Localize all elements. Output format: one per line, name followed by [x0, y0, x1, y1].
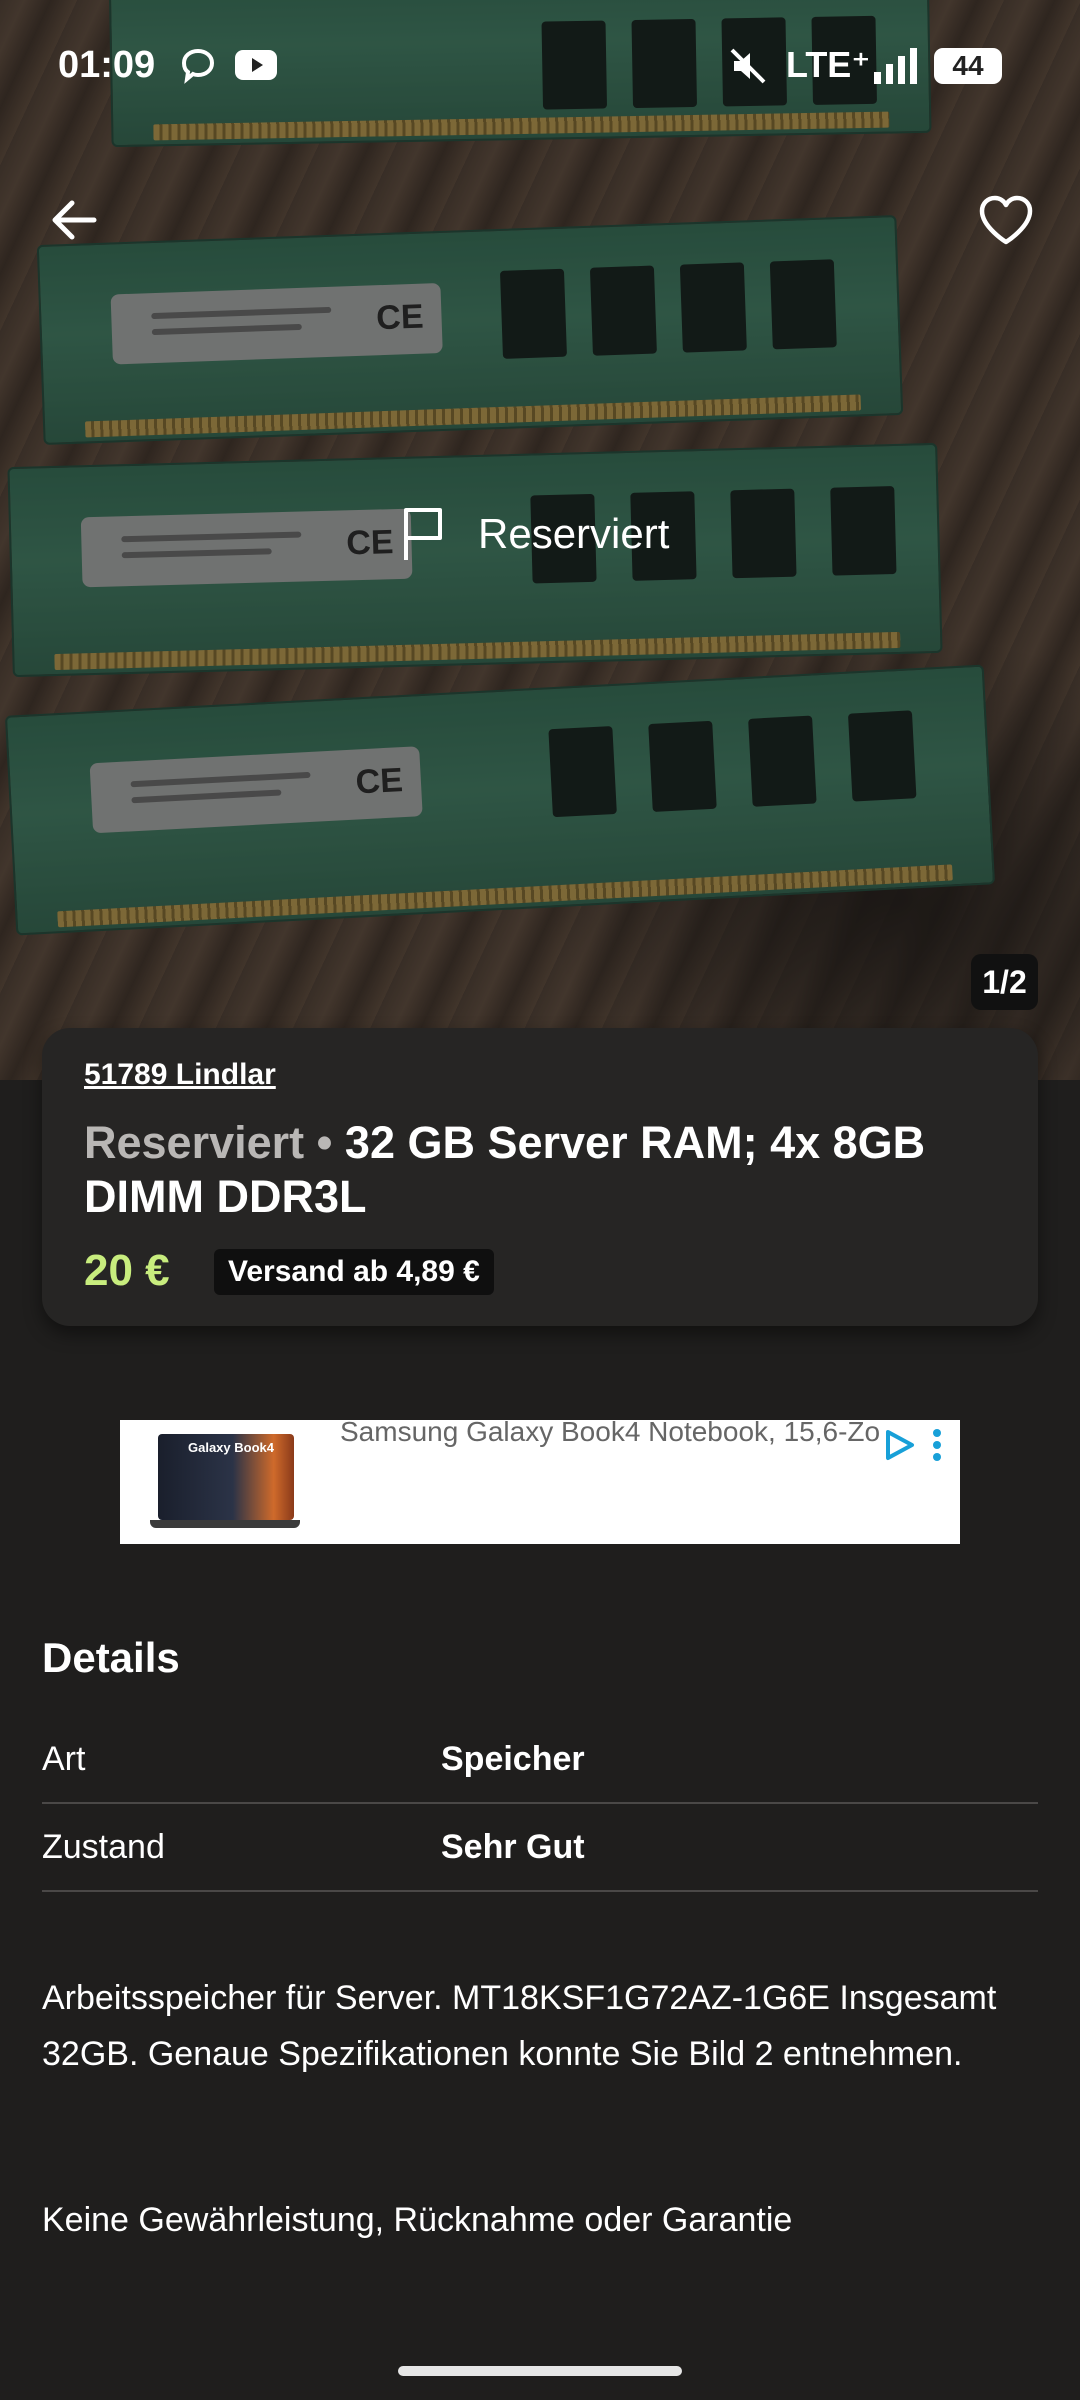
detail-key: Zustand	[42, 1828, 165, 1866]
listing-title: Reserviert • 32 GB Server RAM; 4x 8GB DI…	[84, 1116, 1004, 1224]
ad-banner[interactable]: Galaxy Book4 Samsung Galaxy Book4 Notebo…	[120, 1420, 960, 1544]
ad-image-label: Galaxy Book4	[188, 1440, 274, 1455]
status-bar: 01:09 LTE⁺ 44	[0, 0, 1080, 130]
ad-choices-icon[interactable]	[882, 1428, 916, 1467]
youtube-icon	[234, 46, 278, 89]
title-separator: •	[304, 1117, 345, 1168]
heart-icon	[979, 195, 1033, 245]
shipping-badge: Versand ab 4,89 €	[214, 1249, 494, 1295]
details-heading: Details	[42, 1634, 180, 1681]
image-counter: 1/2	[971, 954, 1038, 1010]
network-indicator: LTE⁺	[786, 44, 871, 85]
back-button[interactable]	[34, 180, 114, 260]
detail-key: Art	[42, 1740, 86, 1778]
reserved-label: Reserviert	[478, 510, 670, 557]
detail-value: Speicher	[441, 1740, 585, 1778]
status-time: 01:09	[58, 44, 156, 86]
home-indicator[interactable]	[398, 2366, 682, 2376]
favorite-button[interactable]	[966, 180, 1046, 260]
listing-summary-card: 51789 Lindlar Reserviert • 32 GB Server …	[42, 1028, 1038, 1326]
description-paragraph: Keine Gewährleistung, Rücknahme oder Gar…	[42, 2201, 793, 2239]
chat-bubble-icon	[178, 46, 218, 91]
battery-indicator: 44	[934, 48, 1002, 84]
reserved-overlay: Reserviert	[400, 506, 669, 562]
description-paragraph: Arbeitsspeicher für Server. MT18KSF1G72A…	[42, 1979, 997, 2073]
ad-menu-icon[interactable]	[930, 1428, 944, 1467]
status-prefix: Reserviert	[84, 1117, 305, 1168]
detail-row: Art Speicher	[42, 1716, 1038, 1804]
listing-image[interactable]: CE CE CE 01:09 LTE⁺ 44 Reserviert 1/2	[0, 0, 1080, 1080]
flag-icon	[404, 508, 442, 560]
signal-icon	[872, 46, 920, 91]
arrow-left-icon	[52, 200, 97, 240]
price: 20 €	[84, 1246, 170, 1295]
mute-icon	[728, 46, 768, 91]
detail-value: Sehr Gut	[441, 1828, 585, 1866]
ad-headline: Samsung Galaxy Book4 Notebook, 15,6-Zo	[340, 1420, 881, 1447]
ad-laptop-image: Galaxy Book4	[150, 1434, 300, 1528]
detail-row: Zustand Sehr Gut	[42, 1804, 1038, 1892]
location-link[interactable]: 51789 Lindlar	[84, 1058, 276, 1092]
